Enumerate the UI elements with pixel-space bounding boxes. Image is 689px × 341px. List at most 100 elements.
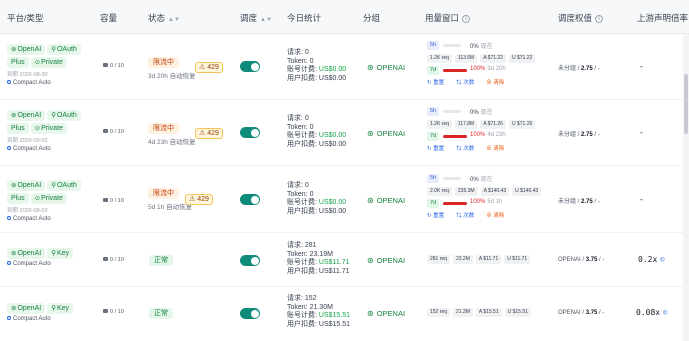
header-usage-label: 用量窗口 bbox=[425, 13, 460, 23]
usage-window: 5h 0% 现在 1.2K req 117.8M A $71.26 U $71.26 7… bbox=[427, 107, 557, 165]
clear-link[interactable]: ⊗ 清除 bbox=[486, 146, 510, 152]
weight-value: 未分组 / 2.75 / - bbox=[558, 132, 600, 138]
schedule-toggle[interactable] bbox=[240, 61, 260, 72]
header-schedule-label: 调度 bbox=[240, 13, 258, 23]
usage-chips: 1.2K req 117.8M A $71.26 U $71.26 bbox=[427, 120, 538, 129]
usage-pct-7d: 100% 5d 1h bbox=[470, 199, 503, 205]
today-stats: 请求: 281 Token: 23.19M 账号计费: US$11.71 用户扣… bbox=[287, 242, 350, 276]
private-icon: ⊙ bbox=[34, 125, 41, 132]
header-capacity[interactable]: 容量 bbox=[100, 12, 117, 24]
count-link[interactable]: ⇅ 次数 bbox=[456, 80, 480, 86]
copy-icon[interactable]: © bbox=[660, 256, 664, 264]
schedule-toggle[interactable] bbox=[240, 255, 260, 266]
capacity-value: 0 / 10 bbox=[103, 63, 124, 69]
usage-pct-5h: 0% 现在 bbox=[470, 44, 493, 50]
header-weight-label: 调度权值 bbox=[558, 13, 593, 23]
error-badge[interactable]: ⚠ 429 bbox=[195, 62, 223, 73]
count-link[interactable]: ⇅ 次数 bbox=[456, 213, 480, 219]
schedule-toggle[interactable] bbox=[240, 308, 260, 319]
openai-icon: ⊛ bbox=[367, 256, 374, 265]
chip-requests: 2.0K req bbox=[427, 187, 452, 196]
stat-requests: 请求: 0 bbox=[287, 115, 309, 122]
usage-bar-fill bbox=[443, 69, 467, 72]
vertical-scrollbar[interactable] bbox=[683, 34, 689, 341]
window-7d: 7d bbox=[427, 66, 440, 75]
openai-icon: ⊛ bbox=[367, 196, 374, 205]
key-icon: ⚲ bbox=[51, 250, 56, 257]
scrollbar-thumb[interactable] bbox=[684, 74, 688, 134]
usage-pct-7d: 100% 4d 23h bbox=[470, 132, 506, 138]
openai-icon: ⊛ bbox=[11, 305, 17, 312]
type-tag: ⚲OAuth bbox=[47, 44, 81, 55]
info-icon[interactable]: i bbox=[595, 15, 604, 23]
usage-bar-7d bbox=[443, 69, 467, 72]
header-upstream: 上游声明倍率 bbox=[637, 12, 688, 24]
header-schedule[interactable]: 调度 ▲▼ bbox=[240, 12, 272, 24]
chip-requests: 1.2K req bbox=[427, 120, 452, 129]
group-label: ⊛ OPENAI bbox=[367, 309, 406, 318]
status-cell: 正常 bbox=[149, 255, 173, 266]
clear-link[interactable]: ⊗ 清除 bbox=[486, 213, 510, 219]
chip-account: A $15.51 bbox=[475, 308, 502, 317]
copy-icon[interactable]: © bbox=[663, 309, 667, 317]
schedule-toggle[interactable] bbox=[240, 127, 260, 138]
reset-link[interactable]: ↻ 重置 bbox=[427, 146, 450, 152]
table-row: ⊛OpenAI ⚲OAuth Plus ⊙Private 到期 2026-09-02… bbox=[0, 166, 683, 233]
status-cell: 正常 bbox=[149, 308, 173, 319]
today-stats: 请求: 152 Token: 21.30M 账号计费: US$15.51 用户扣… bbox=[287, 295, 350, 329]
table-row: ⊛OpenAI ⚲OAuth Plus ⊙Private 到期 2026-09-02… bbox=[0, 100, 683, 166]
usage-bar-fill bbox=[443, 135, 467, 138]
chip-tokens: 113.6M bbox=[454, 54, 478, 63]
platform-tag: ⊛OpenAI bbox=[7, 44, 46, 55]
clear-link[interactable]: ⊗ 清除 bbox=[486, 80, 510, 86]
usage-pct-5h: 0% 现在 bbox=[470, 177, 493, 183]
toggle-knob bbox=[250, 128, 259, 137]
warning-icon: ⚠ bbox=[199, 130, 206, 137]
stat-account-cost: 账号计费: US$0.00 bbox=[287, 199, 347, 207]
reset-link[interactable]: ↻ 重置 bbox=[427, 80, 450, 86]
chip-tokens: 117.8M bbox=[454, 120, 478, 129]
plan-tag: Plus bbox=[7, 193, 29, 204]
usage-chips: 2.0K req 235.3M A $140.43 U $140.43 bbox=[427, 187, 544, 196]
chip-requests: 152 req bbox=[427, 308, 450, 317]
type-tag: ⚲Key bbox=[47, 248, 74, 259]
stat-user-cost: 用户扣费: US$0.00 bbox=[287, 207, 347, 215]
chip-account: A $11.71 bbox=[475, 255, 502, 264]
weight-value: 未分组 / 2.75 / - bbox=[558, 199, 600, 205]
stat-tokens: Token: 0 bbox=[287, 190, 314, 198]
sort-icon[interactable]: ▲▼ bbox=[168, 17, 180, 23]
sort-icon[interactable]: ▲▼ bbox=[260, 17, 272, 23]
openai-icon: ⊛ bbox=[11, 112, 17, 119]
error-badge[interactable]: ⚠ 429 bbox=[195, 128, 223, 139]
group-label: ⊛ OPENAI bbox=[367, 63, 406, 72]
private-icon: ⊙ bbox=[34, 195, 41, 202]
stat-account-cost: 账号计费: US$11.71 bbox=[287, 259, 350, 267]
expire-date: 到期 2026-09-02 bbox=[7, 208, 48, 214]
today-stats: 请求: 0 Token: 0 账号计费: US$0.00 用户扣费: US$0.… bbox=[287, 49, 346, 83]
group-label: ⊛ OPENAI bbox=[367, 196, 406, 205]
table-row: ⊛OpenAI ⚲Key Compact Auto 0 / 10 正常 请求: 2… bbox=[0, 233, 683, 287]
window-5h: 5h bbox=[427, 41, 440, 50]
usage-bar-5h bbox=[443, 44, 461, 47]
status-badge: 正常 bbox=[149, 308, 173, 319]
header-platform[interactable]: 平台/类型 bbox=[7, 12, 43, 24]
schedule-toggle[interactable] bbox=[240, 194, 260, 205]
openai-icon: ⊛ bbox=[11, 182, 17, 189]
count-link[interactable]: ⇅ 次数 bbox=[456, 146, 480, 152]
status-badge: 限流中 bbox=[148, 57, 179, 68]
weight-value: 未分组 / 2.75 / - bbox=[558, 66, 600, 72]
error-badge[interactable]: ⚠ 429 bbox=[185, 194, 213, 205]
chip-tokens: 23.2M bbox=[452, 255, 473, 264]
openai-icon: ⊛ bbox=[367, 129, 374, 138]
schedule-mode: Compact Auto bbox=[7, 146, 83, 152]
usage-chips: 152 req 21.3M A $15.51 U $15.51 bbox=[427, 308, 534, 317]
weight-value: OPENAI / 3.75 / - bbox=[558, 310, 605, 316]
info-icon[interactable]: i bbox=[462, 15, 471, 23]
header-status[interactable]: 状态 ▲▼ bbox=[148, 12, 180, 24]
visibility-tag: ⊙Private bbox=[30, 57, 67, 68]
header-group-label: 分组 bbox=[363, 13, 381, 23]
platform-cell: ⊛OpenAI ⚲OAuth Plus ⊙Private 到期 2026-09-02… bbox=[7, 180, 83, 222]
schedule-mode: Compact Auto bbox=[7, 216, 83, 222]
reset-link[interactable]: ↻ 重置 bbox=[427, 213, 450, 219]
upstream-multiplier: 0.08x © bbox=[636, 308, 668, 317]
